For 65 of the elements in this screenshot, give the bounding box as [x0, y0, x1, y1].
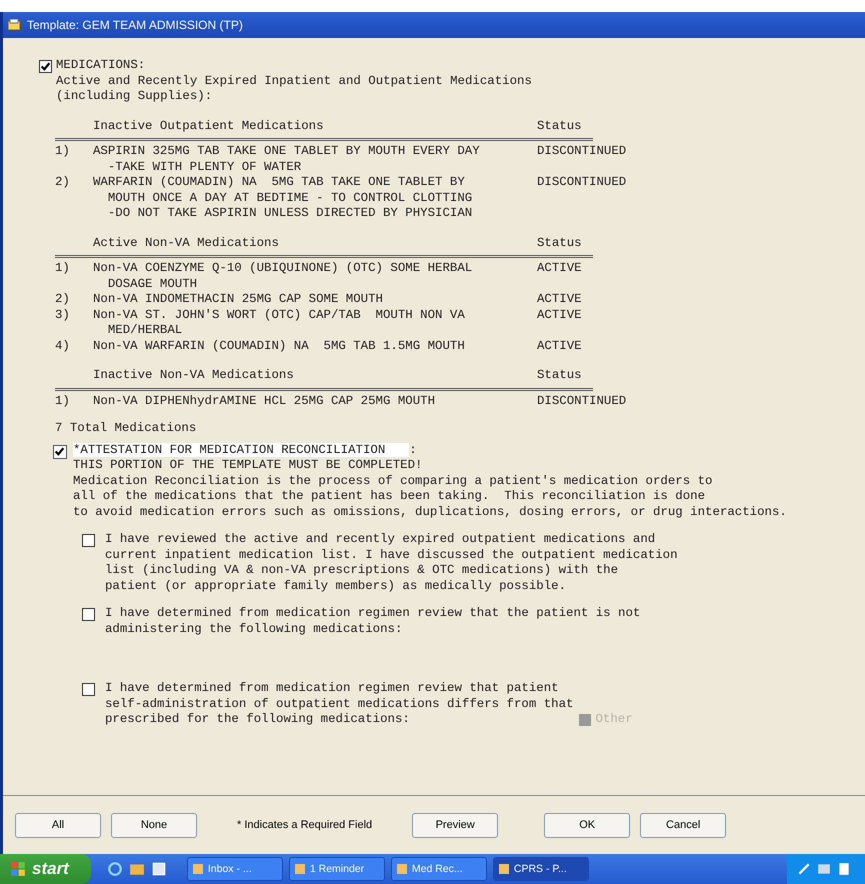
row-number: 3): [55, 308, 71, 324]
status-text: ACTIVE: [537, 338, 583, 354]
medication-text: WARFARIN (COUMADIN) NA 5MG TAB TAKE ONE TABLET BY MOUTH ONCE A DAY AT BEDTIME - TO CONTROL CLOTTING -DO NOT TAKE ASPIRIN UNLESS DIRECTED BY PHYSICIAN: [93, 175, 474, 222]
status-text: DISCONTINUED: [537, 175, 628, 191]
colon-text: :: [409, 442, 417, 456]
status-text: ACTIVE: [537, 261, 583, 277]
row-number: 2): [55, 175, 71, 191]
application-icon: [498, 863, 510, 875]
medications-title: MEDICATIONS:: [56, 58, 146, 74]
windows-flag-icon: [10, 861, 26, 877]
window-icon[interactable]: [150, 861, 167, 877]
application-icon: [294, 863, 306, 875]
document-icon: [7, 19, 21, 31]
attestation-option-text: I have determined from medication regimen review that the patient is not administering the following medications:: [105, 606, 640, 637]
status-text: DISCONTINUED: [537, 394, 628, 409]
medication-text: Non-VA WARFARIN (COUMADIN) NA 5MG TAB 1.5MG MOUTH: [93, 338, 466, 354]
status-text: DISCONTINUED: [537, 144, 628, 160]
column-heading: Inactive Outpatient Medications: [93, 118, 325, 134]
warning-text: THIS PORTION OF THE TEMPLATE MUST BE COMPLETED!: [73, 458, 424, 474]
taskbar-task[interactable]: Inbox - ...: [186, 857, 283, 881]
footer-button[interactable]: None: [111, 812, 197, 838]
medication-text: Non-VA DIPHENhydrAMINE HCL 25MG CAP 25MG MOUTH: [93, 394, 436, 409]
reconciliation-paragraph: Medication Reconciliation is the process of comparing a patient's medication orders to all of the medications that the patient has been taking. This reconciliation is done to avoid medication errors such as omissions, duplications, dosing errors, or drug interactions.: [73, 474, 787, 520]
row-number: 4): [55, 338, 71, 354]
row-number: 1): [55, 394, 71, 409]
footer-button[interactable]: Preview: [412, 812, 498, 838]
attestation-option-checkbox[interactable]: [82, 534, 95, 547]
row-number: 1): [55, 261, 71, 277]
total-medications: 7 Total Medications: [55, 421, 198, 436]
tray-icon[interactable]: [837, 862, 851, 876]
application-icon: [396, 863, 408, 875]
attestation-option-text: I have reviewed the active and recently expired outpatient medications and current inpatient medication list. I have discussed the outpatient medication list (including VA & non-VA prescriptions & OTC medications) with the patient (or appropriate family members) as medically possible.: [105, 532, 678, 594]
row-number: 1): [55, 144, 71, 160]
medication-text: Non-VA INDOMETHACIN 25MG CAP SOME MOUTH: [93, 292, 384, 308]
footer-button[interactable]: Cancel: [640, 812, 726, 838]
medication-text: Non-VA ST. JOHN'S WORT (OTC) CAP/TAB MOUTH NON VA MED/HERBAL: [93, 308, 466, 338]
column-heading: Status: [537, 236, 583, 251]
medications-checkbox[interactable]: [39, 60, 52, 73]
start-button[interactable]: start: [0, 854, 91, 884]
attestation-checkbox[interactable]: [53, 444, 67, 458]
required-note: * Indicates a Required Field: [237, 819, 372, 831]
medication-text: ASPIRIN 325MG TAB TAKE ONE TABLET BY MOUTH EVERY DAY -TAKE WITH PLENTY OF WATER: [93, 144, 481, 175]
tray-icon[interactable]: [797, 862, 811, 876]
attestation-option-checkbox[interactable]: [82, 683, 95, 696]
taskbar-task[interactable]: Med Rec...: [390, 857, 487, 881]
row-number: 2): [55, 292, 71, 308]
browser-icon[interactable]: [106, 861, 123, 877]
status-text: ACTIVE: [537, 292, 583, 308]
footer-button[interactable]: OK: [544, 812, 630, 838]
medications-intro: Active and Recently Expired Inpatient and Outpatient Medications: [56, 74, 532, 89]
window-title: Template: GEM TEAM ADMISSION (TP): [27, 18, 243, 32]
status-text: ACTIVE: [537, 308, 583, 324]
column-heading: Status: [537, 368, 583, 384]
taskbar-task[interactable]: 1 Reminder: [288, 857, 385, 881]
footer-button[interactable]: All: [15, 812, 101, 838]
column-heading: Active Non-VA Medications: [93, 236, 280, 251]
column-heading: Status: [537, 118, 583, 134]
attestation-option-checkbox[interactable]: [82, 608, 95, 621]
medication-text: Non-VA COENZYME Q-10 (UBIQUINONE) (OTC) SOME HERBAL DOSAGE MOUTH: [93, 261, 474, 292]
taskbar-task[interactable]: CPRS - P...: [492, 857, 589, 881]
column-heading: Inactive Non-VA Medications: [93, 368, 295, 384]
attestation-option-text: I have determined from medication regimen review that patient self-administration of outpatient medications differs from that prescribed for the following medications:: [105, 681, 574, 728]
medications-intro: (including Supplies):: [56, 89, 214, 104]
application-icon: [192, 863, 204, 875]
attestation-label: *ATTESTATION FOR MEDICATION RECONCILIATION: [73, 442, 410, 456]
